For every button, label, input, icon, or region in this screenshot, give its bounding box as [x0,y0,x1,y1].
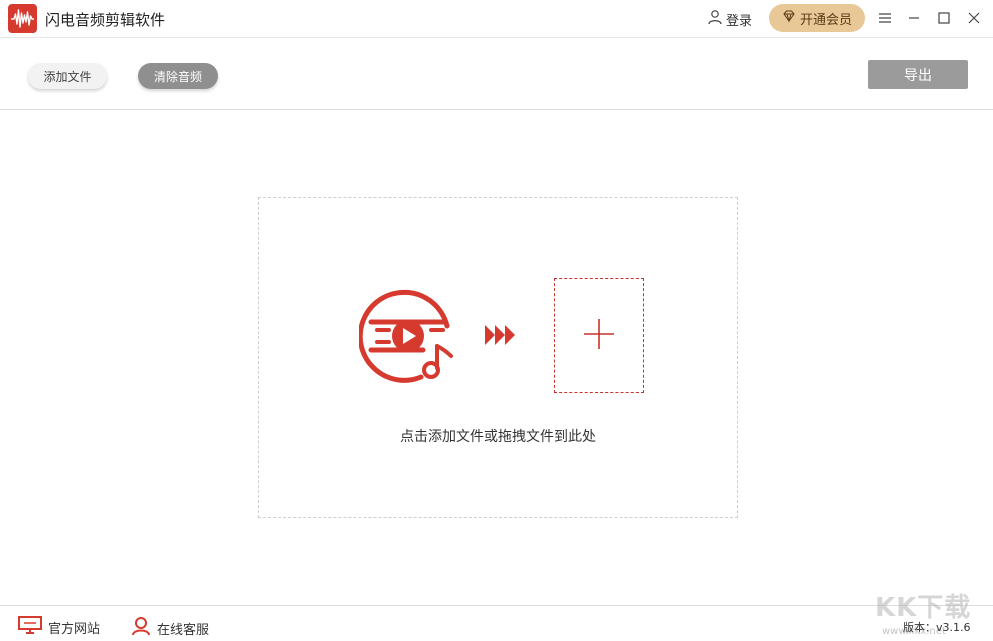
menu-icon[interactable] [875,8,895,28]
fast-forward-icon [483,322,517,348]
clear-audio-button[interactable]: 清除音频 [138,63,218,89]
version-label: 版本：v3.1.6 [903,621,971,634]
close-icon[interactable] [964,8,984,28]
login-button[interactable]: 登录 [707,9,752,29]
official-site-link[interactable]: 官方网站 [18,616,100,638]
toolbar: 添加文件 清除音频 导出 [0,39,993,110]
headset-user-icon [131,616,151,640]
user-icon [707,9,723,29]
vip-label: 开通会员 [799,12,852,28]
diamond-icon [782,9,796,27]
app-title: 闪电音频剪辑软件 [45,11,166,29]
add-file-box[interactable] [554,278,644,393]
monitor-icon [18,616,42,638]
waveform-logo-icon [8,4,37,33]
file-drop-zone[interactable]: 点击添加文件或拖拽文件到此处 [258,197,738,518]
vip-button[interactable]: 开通会员 [769,4,865,32]
official-site-label: 官方网站 [48,621,101,637]
status-bar: 官方网站 在线客服 [0,605,993,641]
maximize-icon[interactable] [934,8,954,28]
video-music-icon [357,286,459,386]
drop-hint-text: 点击添加文件或拖拽文件到此处 [400,429,596,445]
title-bar: 闪电音频剪辑软件 登录 开通会员 [0,0,993,38]
export-button[interactable]: 导出 [868,60,968,89]
add-file-button[interactable]: 添加文件 [28,63,107,89]
minimize-icon[interactable] [904,8,924,28]
online-service-label: 在线客服 [157,622,210,638]
plus-icon [582,317,616,355]
online-service-link[interactable]: 在线客服 [131,616,209,640]
login-label: 登录 [726,13,753,29]
